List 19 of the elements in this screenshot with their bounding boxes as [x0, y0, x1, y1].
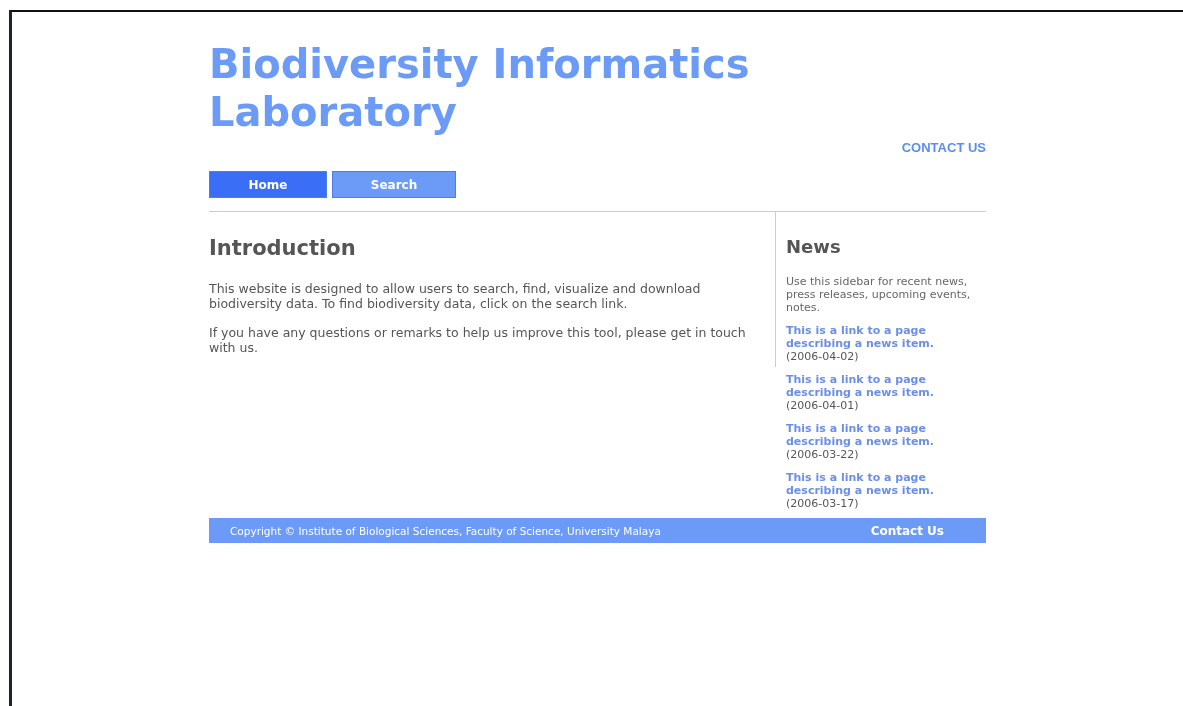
nav-tab[interactable]: Home: [209, 171, 327, 198]
nav-tab[interactable]: Search: [332, 171, 456, 198]
sidebar-heading: News: [786, 236, 842, 257]
news-date: (2006-03-22): [786, 448, 860, 461]
sidebar-intro: Use this sidebar for recent news, press releases, upcoming events, notes.: [786, 275, 972, 314]
news-date: (2006-03-17): [786, 497, 860, 510]
copyright-text: Copyright © Institute of Biological Sciences, Faculty of Science, University Malaya: [230, 524, 661, 537]
contact-link[interactable]: CONTACT US: [901, 140, 986, 155]
news-date: (2006-04-01): [786, 399, 860, 412]
news-link[interactable]: This is a link to a page describing a news item.: [786, 324, 946, 350]
news-link[interactable]: This is a link to a page describing a news item.: [786, 471, 946, 497]
news-date: (2006-04-02): [786, 350, 860, 363]
site-title: Biodiversity Informatics Laboratory: [209, 40, 751, 136]
paragraph: This website is designed to allow users to search, find, visualize and download biodiversity data. To find biodiversity data, click on the search link.: [209, 281, 702, 311]
paragraph: If you have any questions or remarks to help us improve this tool, please get in touch with us.: [209, 325, 747, 355]
footer-contact-link[interactable]: Contact Us: [870, 523, 944, 538]
news-link[interactable]: This is a link to a page describing a news item.: [786, 422, 946, 448]
section-heading: Introduction: [209, 236, 357, 260]
news-link[interactable]: This is a link to a page describing a news item.: [786, 373, 946, 399]
